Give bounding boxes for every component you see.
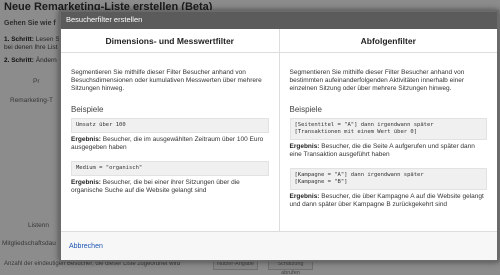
sequence-filter-description: Segmentieren Sie mithilfe dieser Filter … [289, 69, 465, 92]
cancel-link[interactable]: Abbrechen [69, 243, 103, 250]
dimension-filter-description: Segmentieren Sie mithilfe dieser Filter … [71, 69, 262, 92]
example-result: Ergebnis: Besucher, die die Seite A aufg… [289, 143, 475, 158]
sequence-filter-column: Abfolgenfilter Segmentieren Sie mithilfe… [278, 29, 497, 234]
example-code: [Seitentitel = "A"] dann irgendwann spät… [289, 118, 487, 140]
examples-label: Beispiele [289, 105, 322, 114]
dialog-footer: Abbrechen [61, 231, 497, 260]
dimension-filter-column: Dimensions- und Messwertfilter Segmentie… [61, 29, 279, 234]
visitor-filter-dialog: Besucherfilter erstellen Dimensions- und… [59, 10, 499, 262]
example-code: Umsatz über 100 [71, 118, 269, 133]
examples-label: Beispiele [71, 105, 104, 114]
sequence-filter-heading[interactable]: Abfolgenfilter [279, 29, 497, 53]
example-result: Ergebnis: Besucher, die über Kampagne A … [289, 193, 484, 208]
example-code: Medium = "organisch" [71, 161, 269, 176]
dialog-title: Besucherfilter erstellen [61, 12, 497, 29]
example-code: [Kampagne = "A"] dann irgendwann später … [289, 168, 487, 190]
dimension-filter-heading[interactable]: Dimensions- und Messwertfilter [61, 29, 279, 53]
example-result: Ergebnis: Besucher, die im ausgewählten … [71, 136, 264, 151]
example-result: Ergebnis: Besucher, die bei einer ihrer … [71, 179, 240, 194]
